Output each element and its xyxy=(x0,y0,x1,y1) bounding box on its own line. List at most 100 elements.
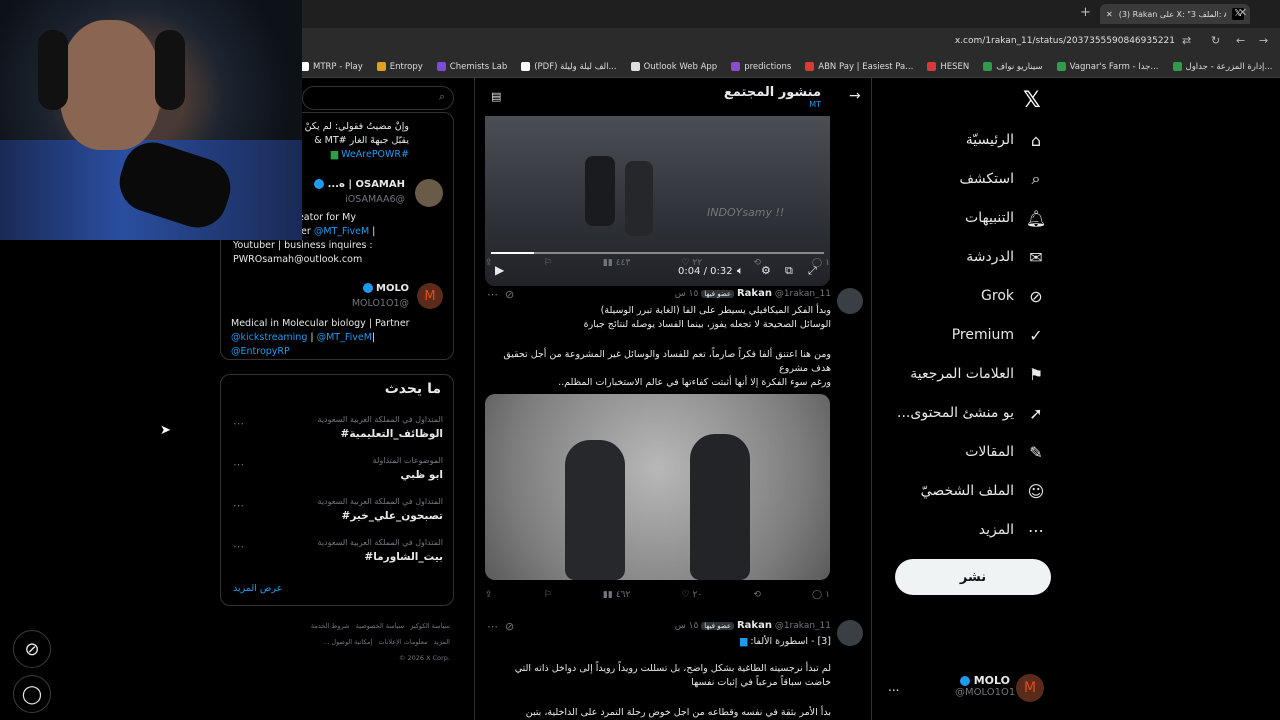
views-count[interactable]: ▮▮ ٤٤٣ xyxy=(603,258,630,268)
account-switcher[interactable]: ... MOLO @MOLO1O1 M xyxy=(880,674,1060,714)
ads-info-link[interactable]: معلومات الإعلانات xyxy=(378,638,427,646)
avatar[interactable] xyxy=(415,179,443,207)
account-name: MOLO xyxy=(973,674,1010,687)
chat-float-icon[interactable]: ◯ xyxy=(13,675,51,713)
avatar[interactable] xyxy=(837,288,863,314)
bookmark-item[interactable]: predictions xyxy=(731,62,791,72)
grok-float-icon[interactable]: ⊘ xyxy=(13,630,51,668)
tweet-time[interactable]: ١٥ س xyxy=(675,621,699,631)
back-arrow-icon[interactable]: → xyxy=(849,88,861,104)
bookmark-item[interactable]: سيناريو نواف xyxy=(983,62,1043,72)
profile-hashtag[interactable]: #WeArePOWR ▆ xyxy=(331,149,409,160)
reply-count[interactable]: ◯ ١ xyxy=(812,258,830,268)
share-icon[interactable]: ⇪ xyxy=(485,258,493,268)
bookmark-item[interactable]: Outlook Web App xyxy=(630,62,717,72)
accessibility-link[interactable]: إمكانية الوصول xyxy=(331,638,372,646)
nav-item-grok[interactable]: Grok ⊘ xyxy=(981,286,1046,306)
trend-item[interactable]: المتداول في المملكة العربية السعودية #تصب… xyxy=(221,497,455,535)
trend-more-icon[interactable]: ⋯ xyxy=(233,540,244,553)
reply-count[interactable]: ◯ ١ xyxy=(812,590,830,600)
show-more-link[interactable]: عرض المزيد xyxy=(233,583,282,594)
bookmark-item[interactable]: ABN Pay | Easiest Pa... xyxy=(805,62,913,72)
nav-item-bookmark[interactable]: العلامات المرجعية ⚑ xyxy=(910,364,1046,384)
grok-tweet-icon[interactable]: ⊘ xyxy=(505,620,514,633)
trend-item[interactable]: الموضوعات المتداولة ابو ظبي ⋯ xyxy=(221,456,455,494)
new-tab-button[interactable]: + xyxy=(1080,5,1091,20)
avatar[interactable] xyxy=(837,620,863,646)
tweet-image[interactable] xyxy=(485,394,830,580)
nav-item-home[interactable]: الرئيسيّة ⌂ xyxy=(966,130,1046,150)
profile-bio: يقبّل جبهةَ الغار #MT & xyxy=(314,135,409,146)
nav-item-more[interactable]: المزيد ⋯ xyxy=(979,520,1046,540)
nav-item-search[interactable]: استكشف ⌕ xyxy=(959,169,1046,189)
tab-search-icon[interactable]: ⇄ xyxy=(1182,34,1191,47)
nav-item-label: استكشف xyxy=(959,171,1014,187)
bookmark-item[interactable]: Vagnar's Farm - جدا... xyxy=(1056,62,1159,72)
reload-icon[interactable]: ↻ xyxy=(1211,34,1220,47)
home-icon: ⌂ xyxy=(1030,130,1042,150)
bookmark-action-icon[interactable]: ⚐ xyxy=(544,590,552,600)
author-name[interactable]: Rakan xyxy=(737,620,772,631)
nav-item-premium[interactable]: Premium ✓ xyxy=(952,325,1046,345)
profile-name[interactable]: MOLO xyxy=(362,283,409,294)
bookmark-favicon-icon xyxy=(376,62,386,71)
account-more-icon[interactable]: ... xyxy=(888,680,899,694)
tab-title: (3) Rakan على X: "3 الملف: ALPH xyxy=(1118,9,1226,19)
url-field[interactable]: x.com/1rakan_11/status/20373555908469352… xyxy=(955,36,1175,46)
article-icon: ✎ xyxy=(1029,442,1043,462)
nav-item-bell[interactable]: التنبيهات 🔔︎ xyxy=(965,208,1046,228)
community-name[interactable]: MT xyxy=(724,100,821,109)
trend-more-icon[interactable]: ⋯ xyxy=(233,458,244,471)
author-name[interactable]: Rakan xyxy=(737,288,772,299)
bookmark-item[interactable]: (PDF) الف ليلة وليلة... xyxy=(521,62,617,72)
cookie-policy-link[interactable]: سياسة الكوكيز xyxy=(410,622,450,630)
share-icon[interactable]: ⇪ xyxy=(485,590,493,600)
nav-item-article[interactable]: المقالات ✎ xyxy=(965,442,1046,462)
bookmark-item[interactable]: Entropy xyxy=(376,62,423,72)
tweet-more-icon[interactable]: ⋯ xyxy=(487,620,498,633)
bookmark-item[interactable]: MTRP - Play xyxy=(300,62,363,72)
trend-more-icon[interactable]: ⋯ xyxy=(233,499,244,512)
community-icon[interactable]: ▤ xyxy=(491,90,501,103)
close-window-icon[interactable]: ✕ xyxy=(1238,6,1247,19)
bookmark-favicon-icon xyxy=(1056,62,1066,71)
trend-more-icon[interactable]: ⋯ xyxy=(233,417,244,430)
nav-item-mail[interactable]: الدردشة ✉ xyxy=(966,247,1046,267)
tab-close-icon[interactable]: ✕ xyxy=(1106,10,1113,19)
avatar[interactable]: M xyxy=(417,283,443,309)
image-soldier-1 xyxy=(565,440,625,580)
nav-item-profile[interactable]: الملف الشخصيّ ☺ xyxy=(921,481,1046,501)
trend-item[interactable]: المتداول في المملكة العربية السعودية #الو… xyxy=(221,415,455,453)
bookmark-item[interactable]: HESEN xyxy=(927,62,969,72)
repost-icon[interactable]: ⟲ xyxy=(753,590,761,600)
profile-name[interactable]: OSAMAH | ه... xyxy=(314,179,405,190)
like-count[interactable]: ♡ ٢٠ xyxy=(681,590,702,600)
active-tab[interactable]: ✕ (3) Rakan على X: "3 الملف: ALPH 𝕏 xyxy=(1100,4,1250,24)
terms-link[interactable]: شروط الخدمة xyxy=(311,622,350,630)
nav-item-rocket[interactable]: ...يو منشئ المحتوى ➚ xyxy=(897,403,1046,423)
tweet-time[interactable]: ١٥ س xyxy=(675,289,699,299)
repost-icon[interactable]: ⟲ xyxy=(753,258,761,268)
x-logo-icon[interactable]: 𝕏 xyxy=(1023,88,1041,113)
trend-item[interactable]: المتداول في المملكة العربية السعودية #بيت… xyxy=(221,538,455,576)
views-count[interactable]: ▮▮ ٤٦٢ xyxy=(603,590,630,600)
video-progress-track[interactable] xyxy=(491,252,824,254)
tweet[interactable]: Rakan @1rakan_11 عضو فيها ١٥ س ⋯ ⊘ وبدأ … xyxy=(475,282,871,592)
back-icon[interactable]: ← xyxy=(1236,34,1245,47)
bookmark-item[interactable]: إدارة المزرعة - جداول... xyxy=(1172,62,1273,72)
author-handle: @1rakan_11 xyxy=(774,289,831,299)
bookmark-icon: ⚑ xyxy=(1028,364,1044,384)
tweet[interactable]: Rakan @1rakan_11 عضو فيها ١٥ س ⋯ ⊘ [3] -… xyxy=(475,614,871,720)
grok-tweet-icon[interactable]: ⊘ xyxy=(505,288,514,301)
search-box[interactable]: ⌕ xyxy=(302,86,454,110)
privacy-policy-link[interactable]: سياسة الخصوصية xyxy=(356,622,404,630)
bookmark-action-icon[interactable]: ⚐ xyxy=(544,258,552,268)
bookmark-item[interactable]: Chemists Lab xyxy=(436,62,507,72)
account-handle: @MOLO1O1 xyxy=(955,687,1016,698)
post-button[interactable]: نشر xyxy=(895,559,1051,595)
forward-icon[interactable]: → xyxy=(1259,34,1268,47)
like-count[interactable]: ♡ ٢٢ xyxy=(681,258,702,268)
tweet-more-icon[interactable]: ⋯ xyxy=(487,288,498,301)
bookmark-favicon-icon xyxy=(521,62,531,71)
tweet-text-2: ومن هنا اعتنق ألفا فكراً صارماً، تعم للف… xyxy=(503,349,831,388)
